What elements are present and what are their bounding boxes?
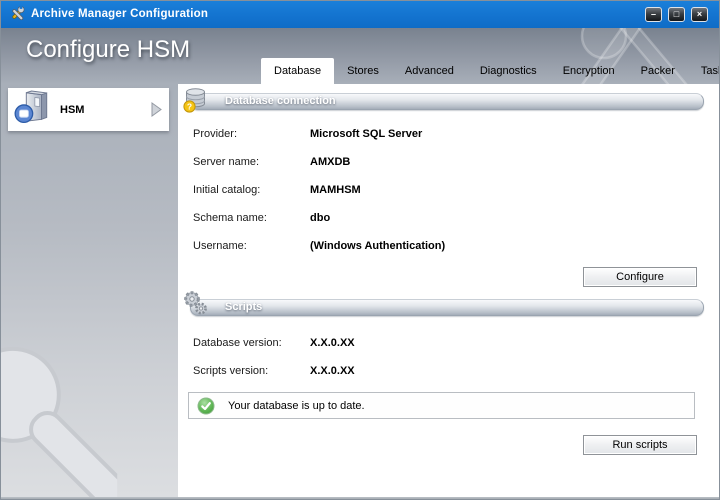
- field-value: AMXDB: [310, 156, 351, 168]
- window-controls: – □ ×: [645, 7, 708, 22]
- tab-encryption[interactable]: Encryption: [550, 58, 628, 84]
- field-initial-catalog: Initial catalog: MAMHSM: [193, 184, 361, 196]
- maximize-icon[interactable]: □: [668, 7, 685, 22]
- page-title: Configure HSM: [26, 36, 191, 63]
- field-value: X.X.0.XX: [310, 337, 355, 349]
- field-label: Database version:: [193, 337, 282, 349]
- tab-advanced[interactable]: Advanced: [392, 58, 467, 84]
- field-label: Username:: [193, 240, 247, 252]
- field-scripts-version: Scripts version: X.X.0.XX: [193, 365, 355, 377]
- close-icon[interactable]: ×: [691, 7, 708, 22]
- tab-tasks[interactable]: Tasks: [688, 58, 720, 84]
- wrench-watermark-icon: [0, 346, 178, 497]
- field-value: dbo: [310, 212, 331, 224]
- sidebar-item-label: HSM: [60, 103, 85, 116]
- field-username: Username: (Windows Authentication): [193, 240, 445, 252]
- database-question-icon: ?: [182, 85, 209, 118]
- field-provider: Provider: Microsoft SQL Server: [193, 128, 422, 140]
- field-value: Microsoft SQL Server: [310, 128, 423, 140]
- app-tools-icon: [8, 5, 26, 23]
- field-label: Scripts version:: [193, 365, 269, 377]
- section-database-connection: Database connection: [190, 93, 704, 110]
- main-content: ? Database connection Provider: Microsoft…: [178, 84, 718, 497]
- field-label: Initial catalog:: [193, 184, 261, 196]
- sidebar: HSM: [0, 84, 178, 497]
- tab-database[interactable]: Database: [261, 58, 335, 84]
- tab-packer[interactable]: Packer: [628, 58, 688, 84]
- field-server-name: Server name: AMXDB: [193, 156, 350, 168]
- titlebar: Archive Manager Configuration – □ ×: [0, 0, 720, 28]
- section-scripts: Scripts: [190, 299, 704, 316]
- field-value: MAMHSM: [310, 184, 361, 196]
- gears-icon: [182, 290, 209, 322]
- svg-text:?: ?: [187, 102, 192, 112]
- run-scripts-button[interactable]: Run scripts: [583, 435, 697, 455]
- field-schema-name: Schema name: dbo: [193, 212, 330, 224]
- status-message: Your database is up to date.: [228, 399, 365, 412]
- field-value: (Windows Authentication): [310, 240, 446, 252]
- minimize-icon[interactable]: –: [645, 7, 662, 22]
- page-header: Configure HSM Database Stores Advanced D…: [0, 28, 720, 84]
- field-label: Schema name:: [193, 212, 267, 224]
- tab-stores[interactable]: Stores: [334, 58, 392, 84]
- tab-diagnostics[interactable]: Diagnostics: [467, 58, 550, 84]
- field-value: X.X.0.XX: [310, 365, 355, 377]
- window-title: Archive Manager Configuration: [31, 8, 209, 20]
- sidebar-item-hsm[interactable]: HSM: [8, 88, 169, 131]
- configure-button[interactable]: Configure: [583, 267, 697, 287]
- status-message-box: Your database is up to date.: [188, 392, 695, 419]
- tab-bar: Database Stores Advanced Diagnostics Enc…: [261, 58, 720, 84]
- field-label: Server name:: [193, 156, 260, 168]
- field-label: Provider:: [193, 128, 238, 140]
- server-tower-icon: [13, 87, 51, 132]
- field-database-version: Database version: X.X.0.XX: [193, 337, 355, 349]
- triangle-right-icon: [151, 102, 162, 117]
- green-check-icon: [197, 397, 215, 415]
